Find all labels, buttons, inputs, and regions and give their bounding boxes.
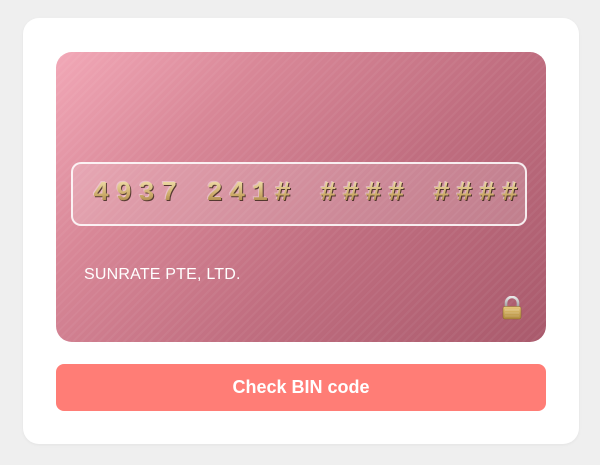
card-number: 4937 241# #### #### bbox=[93, 179, 525, 209]
card-holder-name: SUNRATE PTE, LTD. bbox=[84, 266, 241, 283]
card-number-field: 4937 241# #### #### bbox=[71, 162, 527, 226]
credit-card-preview: 4937 241# #### #### SUNRATE PTE, LTD. bbox=[56, 52, 546, 342]
lock-icon bbox=[501, 295, 523, 320]
check-bin-button[interactable]: Check BIN code bbox=[56, 364, 546, 411]
